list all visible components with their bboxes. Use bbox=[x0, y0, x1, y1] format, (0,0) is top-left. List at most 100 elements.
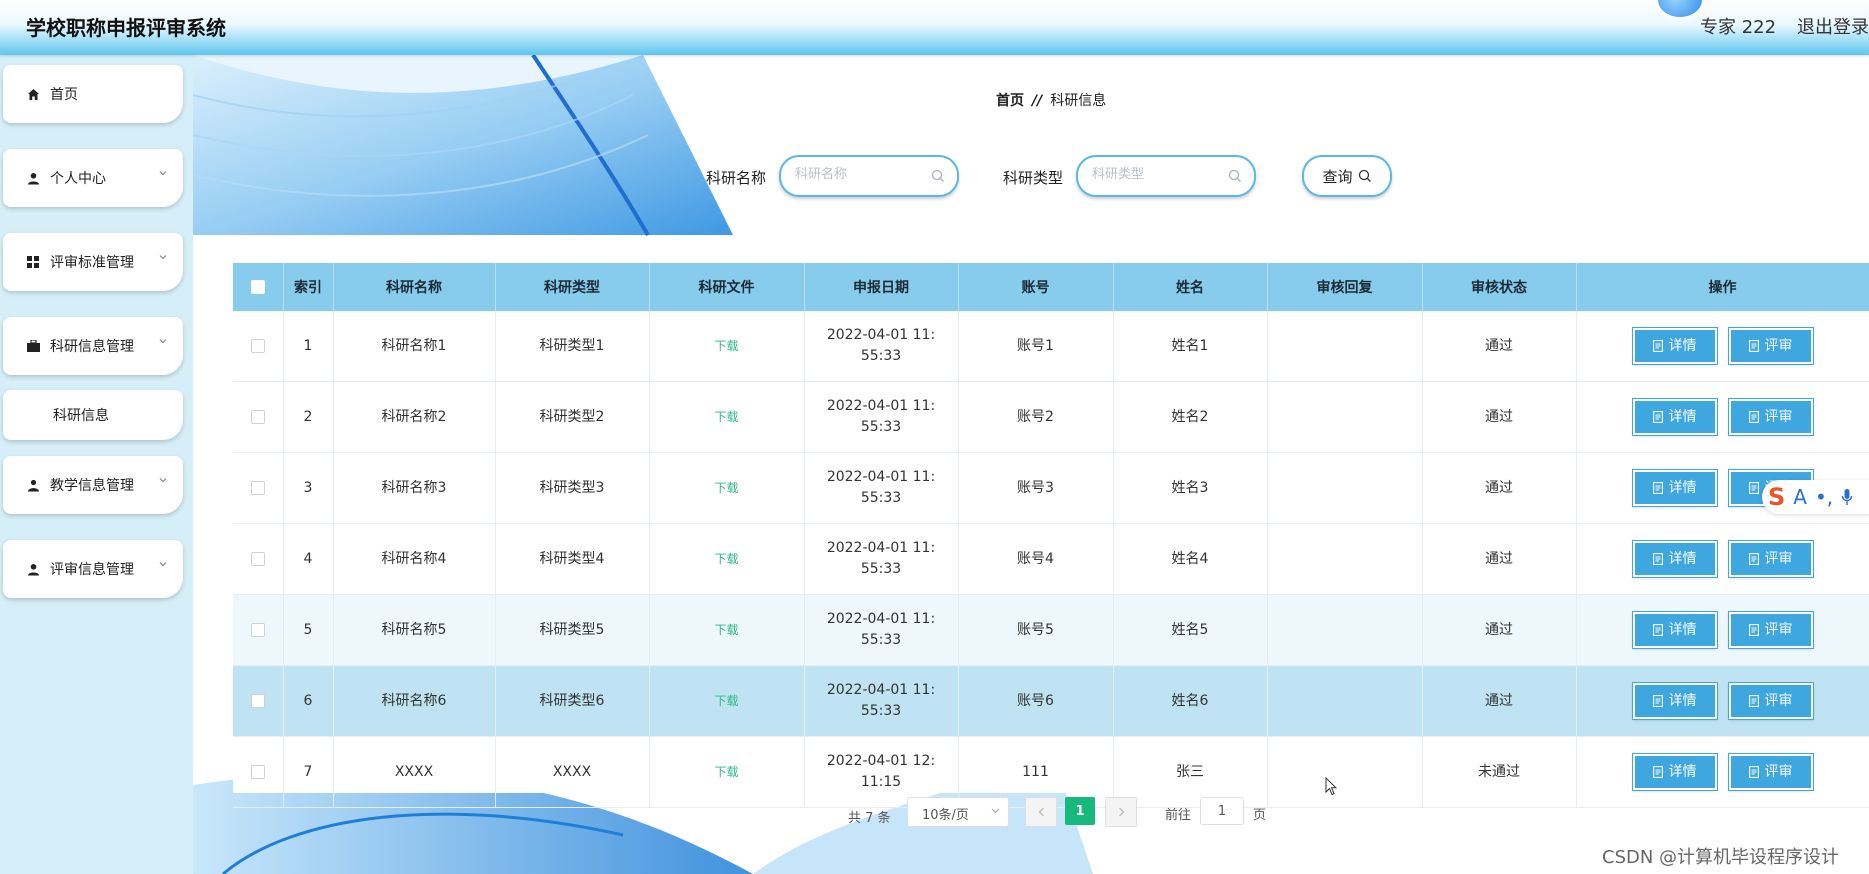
table-header-row: 索引 科研名称 科研类型 科研文件 申报日期 账号 姓名 审核回复 审核状态 操… bbox=[233, 263, 1869, 311]
review-button[interactable]: 评审 bbox=[1727, 753, 1814, 791]
research-file-cell: 下载 bbox=[649, 311, 805, 382]
detail-button[interactable]: 详情 bbox=[1631, 398, 1718, 436]
detail-button[interactable]: 详情 bbox=[1631, 540, 1718, 578]
person-name-cell: 姓名6 bbox=[1113, 665, 1268, 737]
pagination: 共 7 条 10条/页 1 前往 页 bbox=[193, 797, 1869, 837]
download-link[interactable]: 下载 bbox=[714, 552, 738, 566]
research-name-search[interactable] bbox=[779, 155, 959, 197]
chevron-down-icon bbox=[159, 171, 167, 176]
row-checkbox[interactable] bbox=[250, 693, 265, 708]
sidebar-item-personal-center[interactable]: 个人中心 bbox=[3, 149, 183, 207]
table-row[interactable]: 4 科研名称4 科研类型4 下载 2022-04-01 11:55:33 账号4 姓名4 通过… bbox=[233, 523, 1869, 595]
table-row[interactable]: 2 科研名称2 科研类型2 下载 2022-04-01 11:55:33 账号2 姓名2 通过… bbox=[233, 381, 1869, 453]
table-row[interactable]: 5 科研名称5 科研类型5 下载 2022-04-01 11:55:33 账号5 姓名5 通过… bbox=[233, 594, 1869, 666]
sidebar-item-review-standards[interactable]: 评审标准管理 bbox=[3, 233, 183, 291]
detail-button[interactable]: 详情 bbox=[1631, 682, 1718, 720]
page-size-select[interactable]: 10条/页 bbox=[907, 797, 1009, 827]
goto-label: 前往 bbox=[1165, 808, 1192, 823]
page-unit-label: 页 bbox=[1253, 808, 1267, 823]
index-cell: 5 bbox=[283, 594, 334, 666]
research-name-cell: 科研名称1 bbox=[333, 311, 496, 382]
research-name-cell: 科研名称3 bbox=[333, 452, 496, 524]
current-user-label: 专家 222 bbox=[1700, 17, 1777, 38]
review-reply-cell bbox=[1267, 665, 1423, 737]
select-all-checkbox[interactable] bbox=[250, 280, 265, 294]
sidebar-subitem-research-info[interactable]: 科研信息 bbox=[3, 390, 183, 440]
research-type-label: 科研类型 bbox=[1003, 169, 1064, 187]
detail-button[interactable]: 详情 bbox=[1631, 327, 1718, 365]
research-name-cell: 科研名称2 bbox=[333, 381, 496, 453]
sidebar-item-home[interactable]: 首页 bbox=[3, 65, 183, 123]
research-type-input[interactable] bbox=[1090, 166, 1234, 183]
review-button-label: 评审 bbox=[1764, 763, 1793, 780]
review-button[interactable]: 评审 bbox=[1727, 327, 1814, 365]
row-checkbox[interactable] bbox=[250, 480, 265, 495]
goto-page-input[interactable] bbox=[1200, 797, 1244, 825]
sidebar-item-label: 科研信息 bbox=[53, 408, 109, 424]
prev-page-button[interactable] bbox=[1025, 797, 1057, 827]
row-select-cell[interactable] bbox=[233, 523, 284, 595]
review-button[interactable]: 评审 bbox=[1727, 398, 1814, 436]
apply-date-cell: 2022-04-01 11:55:33 bbox=[804, 311, 959, 382]
document-icon bbox=[1652, 695, 1663, 707]
document-icon bbox=[1748, 553, 1759, 565]
document-icon bbox=[1748, 340, 1759, 352]
sidebar-item-teaching-management[interactable]: 教学信息管理 bbox=[3, 456, 183, 514]
table-row[interactable]: 6 科研名称6 科研类型6 下载 2022-04-01 11:55:33 账号6 姓名6 通过… bbox=[233, 665, 1869, 737]
download-link[interactable]: 下载 bbox=[714, 410, 738, 424]
select-all-header[interactable] bbox=[233, 263, 284, 311]
chevron-down-icon bbox=[991, 808, 1000, 814]
review-status-cell: 通过 bbox=[1422, 594, 1577, 666]
row-checkbox[interactable] bbox=[250, 764, 265, 779]
download-link[interactable]: 下载 bbox=[714, 623, 738, 637]
review-button-label: 评审 bbox=[1764, 408, 1793, 425]
row-select-cell[interactable] bbox=[233, 594, 284, 666]
logout-link[interactable]: 退出登录 bbox=[1797, 13, 1869, 39]
letter-a-icon: A bbox=[1793, 485, 1807, 509]
detail-button[interactable]: 详情 bbox=[1631, 753, 1718, 791]
row-select-cell[interactable] bbox=[233, 311, 284, 382]
apply-date-cell: 2022-04-01 11:55:33 bbox=[804, 452, 959, 524]
table-row[interactable]: 1 科研名称1 科研类型1 下载 2022-04-01 11:55:33 账号1 姓名1 通过… bbox=[233, 311, 1869, 382]
research-type-cell: 科研类型4 bbox=[495, 523, 650, 595]
apply-date-cell: 2022-04-01 11:55:33 bbox=[804, 381, 959, 453]
table-row[interactable]: 3 科研名称3 科研类型3 下载 2022-04-01 11:55:33 账号3 姓名3 通过… bbox=[233, 452, 1869, 524]
apply-date-text: 2022-04-01 11:55:33 bbox=[826, 469, 936, 506]
research-name-input[interactable] bbox=[793, 166, 937, 183]
download-link[interactable]: 下载 bbox=[714, 694, 738, 708]
sidebar-item-research-management[interactable]: 科研信息管理 bbox=[3, 317, 183, 375]
page-number-current[interactable]: 1 bbox=[1065, 797, 1095, 825]
review-button[interactable]: 评审 bbox=[1727, 682, 1814, 720]
row-select-cell[interactable] bbox=[233, 665, 284, 737]
sidebar-item-review-info-management[interactable]: 评审信息管理 bbox=[3, 540, 183, 598]
research-type-cell: 科研类型5 bbox=[495, 594, 650, 666]
research-name-cell: 科研名称6 bbox=[333, 665, 496, 737]
download-link[interactable]: 下载 bbox=[714, 339, 738, 353]
breadcrumb-home[interactable]: 首页 bbox=[996, 93, 1024, 109]
person-name-cell: 姓名3 bbox=[1113, 452, 1268, 524]
download-link[interactable]: 下载 bbox=[714, 765, 738, 779]
index-cell: 1 bbox=[283, 311, 334, 382]
actions-cell: 详情 评审 bbox=[1576, 665, 1869, 737]
ime-toolbar[interactable]: S A •, bbox=[1762, 480, 1869, 514]
review-button[interactable]: 评审 bbox=[1727, 611, 1814, 649]
next-page-button[interactable] bbox=[1105, 797, 1137, 827]
research-type-search[interactable] bbox=[1076, 155, 1256, 197]
query-button[interactable]: 查询 bbox=[1302, 155, 1392, 197]
row-checkbox[interactable] bbox=[250, 622, 265, 637]
row-checkbox[interactable] bbox=[250, 409, 265, 424]
row-checkbox[interactable] bbox=[250, 551, 265, 566]
apply-date-text: 2022-04-01 11:55:33 bbox=[826, 540, 936, 577]
row-select-cell[interactable] bbox=[233, 452, 284, 524]
download-link[interactable]: 下载 bbox=[714, 481, 738, 495]
row-checkbox[interactable] bbox=[250, 338, 265, 353]
detail-button[interactable]: 详情 bbox=[1631, 469, 1718, 507]
breadcrumb-current: 科研信息 bbox=[1050, 93, 1107, 109]
index-cell: 6 bbox=[283, 665, 334, 737]
research-name-label: 科研名称 bbox=[706, 169, 767, 187]
document-icon bbox=[1652, 766, 1663, 778]
row-select-cell[interactable] bbox=[233, 381, 284, 453]
chevron-left-icon bbox=[1038, 807, 1044, 817]
detail-button[interactable]: 详情 bbox=[1631, 611, 1718, 649]
review-button[interactable]: 评审 bbox=[1727, 540, 1814, 578]
